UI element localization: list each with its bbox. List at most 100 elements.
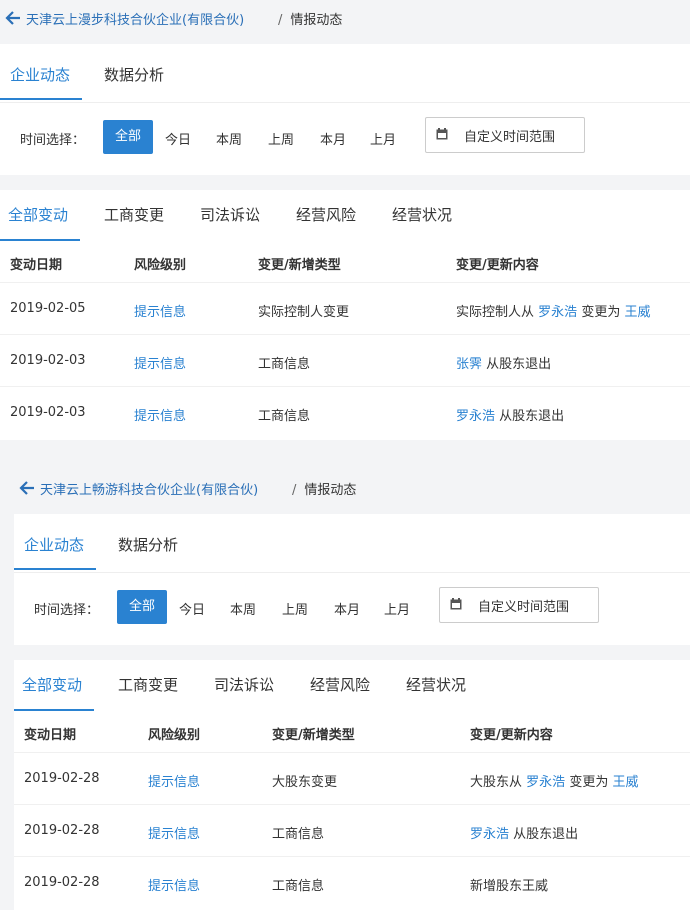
custom-range-button[interactable]: 自定义时间范围 bbox=[439, 587, 599, 623]
breadcrumb-separator: / bbox=[278, 13, 283, 28]
breadcrumb-separator: / bbox=[292, 483, 297, 498]
main-tabs: 企业动态 数据分析 bbox=[0, 44, 690, 102]
time-filter: 时间选择： 全部 今日 本周 上周 本月 上月 自定义时间范围 bbox=[0, 102, 690, 175]
change-tabs: 全部变动 工商变更 司法诉讼 经营风险 经营状况 bbox=[14, 660, 690, 712]
risk-level-link[interactable]: 提示信息 bbox=[148, 823, 200, 842]
row-content: 实际控制人从 罗永浩 变更为 王威 bbox=[456, 305, 651, 320]
active-tab-indicator bbox=[0, 98, 82, 100]
time-option-all[interactable]: 全部 bbox=[103, 120, 153, 154]
company-name-link[interactable]: 天津云上漫步科技合伙企业(有限合伙) bbox=[26, 9, 244, 28]
time-option-this-week[interactable]: 本周 bbox=[226, 599, 260, 618]
breadcrumb-section: 情报动态 bbox=[290, 13, 343, 28]
risk-level-link[interactable]: 提示信息 bbox=[148, 875, 200, 894]
person-link[interactable]: 罗永浩 bbox=[526, 775, 565, 790]
tab-business-changes[interactable]: 工商变更 bbox=[118, 674, 178, 695]
row-date: 2019-02-05 bbox=[10, 301, 86, 316]
tab-judicial[interactable]: 司法诉讼 bbox=[200, 204, 260, 225]
tab-operational-risk[interactable]: 经营风险 bbox=[296, 204, 356, 225]
custom-range-label: 自定义时间范围 bbox=[464, 130, 556, 145]
time-filter-label: 时间选择： bbox=[20, 133, 86, 148]
tab-enterprise-dynamics[interactable]: 企业动态 bbox=[24, 534, 84, 555]
table-row: 2019-02-28 提示信息 工商信息 新增股东王威 bbox=[14, 856, 690, 909]
person-link[interactable]: 罗永浩 bbox=[538, 305, 577, 320]
col-header-date: 变动日期 bbox=[24, 728, 77, 743]
person-link[interactable]: 罗永浩 bbox=[456, 409, 495, 424]
breadcrumb: 天津云上漫步科技合伙企业(有限合伙) / 情报动态 bbox=[0, 0, 690, 36]
breadcrumb: 天津云上畅游科技合伙企业(有限合伙) / 情报动态 bbox=[14, 470, 690, 506]
row-type: 工商信息 bbox=[272, 879, 325, 894]
table-row: 2019-02-28 提示信息 大股东变更 大股东从 罗永浩 变更为 王威 bbox=[14, 752, 690, 805]
col-header-content: 变更/更新内容 bbox=[456, 258, 539, 273]
row-type: 工商信息 bbox=[258, 409, 311, 424]
row-type: 工商信息 bbox=[272, 827, 325, 842]
company-name-link[interactable]: 天津云上畅游科技合伙企业(有限合伙) bbox=[40, 479, 258, 498]
row-content: 罗永浩 从股东退出 bbox=[470, 827, 579, 842]
time-filter: 时间选择： 全部 今日 本周 上周 本月 上月 自定义时间范围 bbox=[14, 572, 690, 645]
person-link[interactable]: 王威 bbox=[612, 775, 638, 790]
row-content: 张霁 从股东退出 bbox=[456, 357, 552, 372]
tab-operational-risk[interactable]: 经营风险 bbox=[310, 674, 370, 695]
custom-range-label: 自定义时间范围 bbox=[478, 600, 570, 615]
time-option-all[interactable]: 全部 bbox=[117, 590, 167, 624]
person-link[interactable]: 王威 bbox=[624, 305, 650, 320]
changes-table: 变动日期 风险级别 变更/新增类型 变更/更新内容 2019-02-28 提示信… bbox=[14, 712, 690, 910]
col-header-risk: 风险级别 bbox=[134, 258, 187, 273]
row-date: 2019-02-03 bbox=[10, 353, 86, 368]
col-header-type: 变更/新增类型 bbox=[272, 728, 355, 743]
custom-range-button[interactable]: 自定义时间范围 bbox=[425, 117, 585, 153]
row-date: 2019-02-28 bbox=[24, 771, 100, 786]
active-tab-indicator bbox=[14, 568, 96, 570]
back-arrow-icon[interactable] bbox=[4, 9, 22, 27]
row-content: 罗永浩 从股东退出 bbox=[456, 409, 565, 424]
tab-enterprise-dynamics[interactable]: 企业动态 bbox=[10, 64, 70, 85]
time-option-this-month[interactable]: 本月 bbox=[330, 599, 364, 618]
time-option-today[interactable]: 今日 bbox=[162, 129, 194, 148]
tab-data-analysis[interactable]: 数据分析 bbox=[118, 534, 178, 555]
col-header-content: 变更/更新内容 bbox=[470, 728, 553, 743]
col-header-risk: 风险级别 bbox=[148, 728, 201, 743]
tab-data-analysis[interactable]: 数据分析 bbox=[104, 64, 164, 85]
person-link[interactable]: 张霁 bbox=[456, 357, 482, 372]
changes-table: 变动日期 风险级别 变更/新增类型 变更/更新内容 2019-02-05 提示信… bbox=[0, 242, 690, 440]
col-header-type: 变更/新增类型 bbox=[258, 258, 341, 273]
table-row: 2019-02-03 提示信息 工商信息 张霁 从股东退出 bbox=[0, 334, 690, 387]
table-row: 2019-02-03 提示信息 工商信息 罗永浩 从股东退出 bbox=[0, 386, 690, 439]
change-tabs: 全部变动 工商变更 司法诉讼 经营风险 经营状况 bbox=[0, 190, 690, 242]
person-link[interactable]: 罗永浩 bbox=[470, 827, 509, 842]
time-option-last-week[interactable]: 上周 bbox=[264, 129, 298, 148]
tab-all-changes[interactable]: 全部变动 bbox=[8, 204, 68, 225]
breadcrumb-section: 情报动态 bbox=[304, 483, 357, 498]
table-row: 2019-02-28 提示信息 工商信息 罗永浩 从股东退出 bbox=[14, 804, 690, 857]
col-header-date: 变动日期 bbox=[10, 258, 63, 273]
tab-all-changes[interactable]: 全部变动 bbox=[22, 674, 82, 695]
row-type: 工商信息 bbox=[258, 357, 311, 372]
row-type: 实际控制人变更 bbox=[258, 305, 350, 320]
main-tabs: 企业动态 数据分析 bbox=[14, 514, 690, 572]
time-filter-label: 时间选择： bbox=[34, 603, 100, 618]
back-arrow-icon[interactable] bbox=[18, 479, 36, 497]
active-tab-indicator bbox=[0, 239, 80, 241]
table-row: 2019-02-05 提示信息 实际控制人变更 实际控制人从 罗永浩 变更为 王… bbox=[0, 282, 690, 335]
tab-operational-status[interactable]: 经营状况 bbox=[406, 674, 466, 695]
risk-level-link[interactable]: 提示信息 bbox=[134, 353, 186, 372]
time-option-last-month[interactable]: 上月 bbox=[366, 129, 400, 148]
row-content: 新增股东王威 bbox=[470, 879, 549, 894]
tab-judicial[interactable]: 司法诉讼 bbox=[214, 674, 274, 695]
tab-business-changes[interactable]: 工商变更 bbox=[104, 204, 164, 225]
active-tab-indicator bbox=[14, 709, 94, 711]
tab-operational-status[interactable]: 经营状况 bbox=[392, 204, 452, 225]
row-content: 大股东从 罗永浩 变更为 王威 bbox=[470, 775, 639, 790]
time-option-this-month[interactable]: 本月 bbox=[316, 129, 350, 148]
time-option-today[interactable]: 今日 bbox=[176, 599, 208, 618]
risk-level-link[interactable]: 提示信息 bbox=[134, 301, 186, 320]
row-date: 2019-02-28 bbox=[24, 875, 100, 890]
row-type: 大股东变更 bbox=[272, 775, 338, 790]
calendar-icon bbox=[450, 598, 462, 610]
risk-level-link[interactable]: 提示信息 bbox=[148, 771, 200, 790]
time-option-last-month[interactable]: 上月 bbox=[380, 599, 414, 618]
intel-panel-1: 天津云上漫步科技合伙企业(有限合伙) / 情报动态 企业动态 数据分析 时间选择：… bbox=[0, 0, 690, 440]
time-option-last-week[interactable]: 上周 bbox=[278, 599, 312, 618]
risk-level-link[interactable]: 提示信息 bbox=[134, 405, 186, 424]
time-option-this-week[interactable]: 本周 bbox=[212, 129, 246, 148]
intel-panel-2: 天津云上畅游科技合伙企业(有限合伙) / 情报动态 企业动态 数据分析 时间选择：… bbox=[14, 470, 690, 910]
